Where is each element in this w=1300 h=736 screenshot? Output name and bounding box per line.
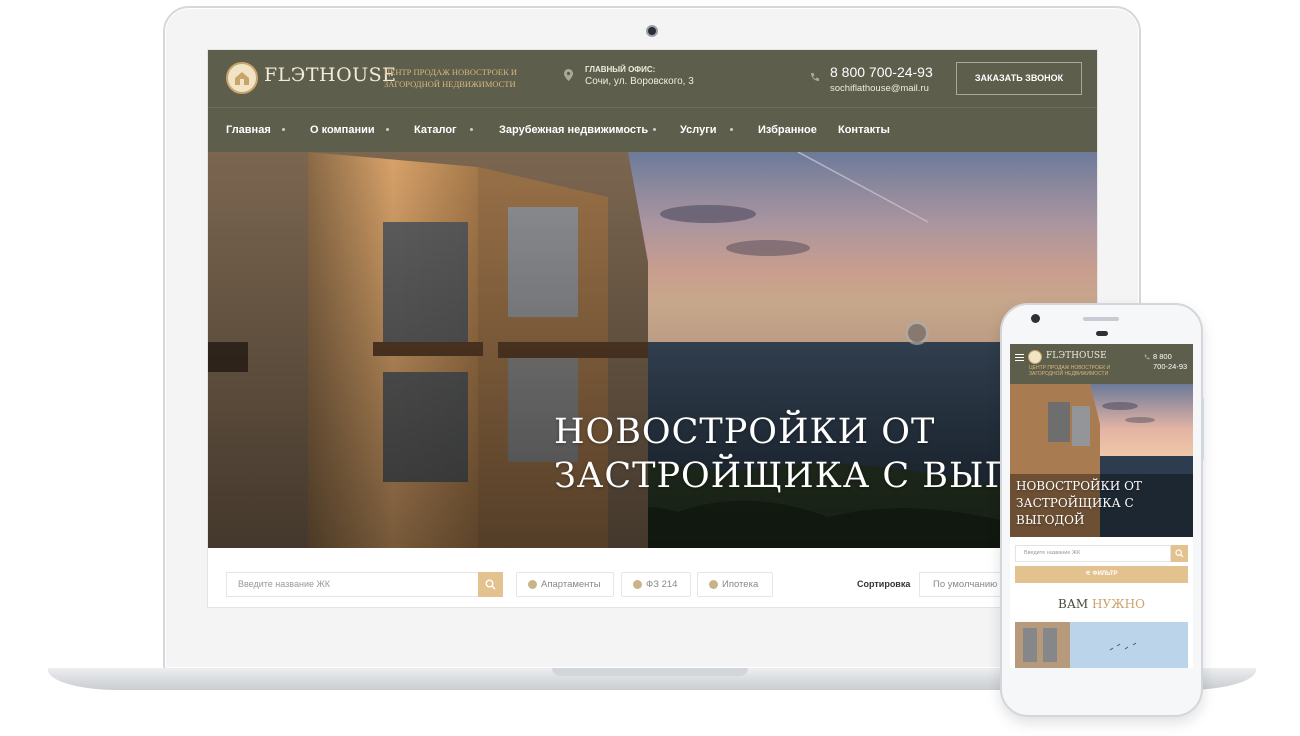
nav-item-home[interactable]: Главная: [226, 124, 271, 136]
search-button[interactable]: [478, 572, 503, 597]
mobile-brand-name[interactable]: FLЭTHOUSE: [1046, 351, 1107, 361]
mobile-card-image[interactable]: [1015, 622, 1188, 668]
header-phone[interactable]: 8 800 700-24-93: [830, 64, 933, 80]
header-email[interactable]: sochiflathouse@mail.ru: [830, 83, 929, 94]
chip-check-icon: [528, 580, 537, 589]
submenu-dot-icon: [282, 128, 285, 131]
phone-icon: [1144, 354, 1150, 360]
laptop-notch: [552, 668, 748, 676]
main-nav: Главная О компании Каталог Зарубежная не…: [208, 107, 1097, 152]
section-title-part-1: ВАМ: [1058, 597, 1089, 611]
mobile-section-title: ВАМ НУЖНО: [1010, 597, 1193, 611]
phone-sensor: [1096, 331, 1108, 336]
sort-label: Сортировка: [857, 579, 911, 589]
nav-item-catalog[interactable]: Каталог: [414, 124, 457, 136]
phone-line-2: 700-24-93: [1153, 362, 1188, 371]
submenu-dot-icon: [653, 128, 656, 131]
desktop-site: FLЭTHOUSE Центр продаж новостроек и заго…: [207, 49, 1098, 608]
submenu-dot-icon: [470, 128, 473, 131]
nav-item-about[interactable]: О компании: [310, 124, 375, 136]
search-icon: [1175, 549, 1184, 558]
house-logo-icon[interactable]: [1028, 350, 1042, 364]
chip-check-icon: [709, 580, 718, 589]
mobile-filter-button[interactable]: ⚟ ФИЛЬТР: [1015, 566, 1188, 583]
section-title-part-2: НУЖНО: [1092, 597, 1145, 611]
brand-name[interactable]: FLЭTHOUSE: [264, 64, 397, 86]
filter-label: ФИЛЬТР: [1092, 571, 1118, 577]
chip-apartments[interactable]: Апартаменты: [516, 572, 614, 597]
chip-mortgage[interactable]: Ипотека: [697, 572, 773, 597]
filter-bar: Введите название ЖК Апартаменты ФЗ 214 И…: [208, 548, 1097, 607]
slider-dot[interactable]: [905, 321, 929, 345]
phone-icon: [811, 73, 819, 81]
site-header: FLЭTHOUSE Центр продаж новостроек и заго…: [208, 50, 1097, 107]
mobile-hero: НОВОСТРОЙКИ ОТ ЗАСТРОЙЩИКА С ВЫГОДОЙ: [1010, 384, 1193, 537]
chip-check-icon: [633, 580, 642, 589]
mobile-phone-number[interactable]: 8 800 700-24-93: [1153, 352, 1191, 372]
hero-banner: НОВОСТРОЙКИ ОТ ЗАСТРОЙЩИКА С ВЫГОДОЙ: [208, 152, 1097, 548]
chip-label: ФЗ 214: [646, 579, 678, 590]
submenu-dot-icon: [730, 128, 733, 131]
location-pin-icon: [564, 69, 573, 81]
phone-speaker: [1083, 317, 1119, 321]
mobile-search-button[interactable]: [1171, 545, 1188, 562]
office-label: ГЛАВНЫЙ ОФИС:: [585, 65, 656, 74]
card-photo: [1015, 622, 1188, 668]
mobile-brand-tagline: Центр продаж новостроек и загородной нед…: [1029, 365, 1111, 377]
brand-tagline: Центр продаж новостроек и загородной нед…: [384, 67, 518, 89]
chip-label: Ипотека: [722, 579, 759, 590]
nav-item-services[interactable]: Услуги: [680, 124, 717, 136]
mobile-header: FLЭTHOUSE Центр продаж новостроек и заго…: [1010, 344, 1193, 384]
nav-item-foreign[interactable]: Зарубежная недвижимость: [499, 124, 648, 136]
phone-camera: [1031, 314, 1040, 323]
laptop-camera: [646, 25, 658, 37]
phone-line-1: 8 800: [1153, 352, 1172, 361]
complex-search-input[interactable]: Введите название ЖК: [226, 572, 478, 597]
office-address: Сочи, ул. Воровского, 3: [585, 76, 694, 87]
chip-label: Апартаменты: [541, 579, 601, 590]
mobile-hero-title: НОВОСТРОЙКИ ОТ ЗАСТРОЙЩИКА С ВЫГОДОЙ: [1016, 479, 1142, 527]
hamburger-menu-icon[interactable]: [1015, 354, 1024, 363]
chip-fz214[interactable]: ФЗ 214: [621, 572, 691, 597]
search-icon: [485, 579, 496, 590]
callback-button[interactable]: ЗАКАЗАТЬ ЗВОНОК: [956, 62, 1082, 95]
nav-item-favorites[interactable]: Избранное: [758, 124, 817, 136]
mobile-site: FLЭTHOUSE Центр продаж новостроек и заго…: [1010, 344, 1193, 668]
nav-item-contacts[interactable]: Контакты: [838, 124, 890, 136]
house-logo-icon[interactable]: [226, 62, 258, 94]
submenu-dot-icon: [386, 128, 389, 131]
mobile-search-input[interactable]: Введите название ЖК: [1015, 545, 1171, 562]
phone-side-button: [1201, 398, 1204, 460]
filter-icon: ⚟: [1085, 571, 1093, 577]
